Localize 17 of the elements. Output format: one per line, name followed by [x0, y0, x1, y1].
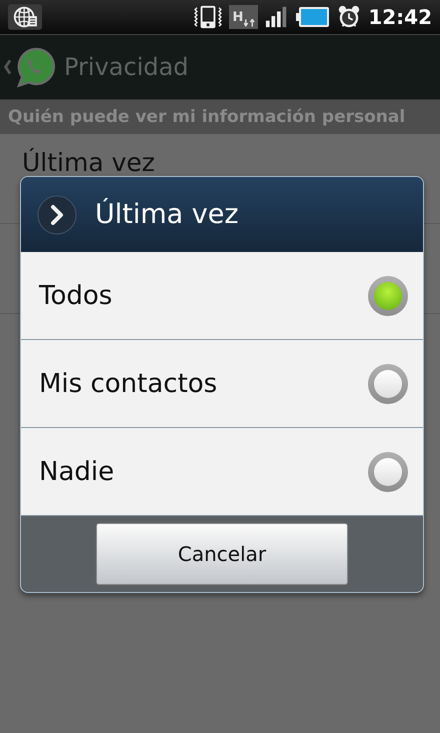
radio-button[interactable]	[368, 452, 408, 492]
option-row[interactable]: Nadie	[21, 428, 423, 516]
screen-title: Privacidad	[64, 53, 189, 81]
option-row[interactable]: Todos	[21, 252, 423, 340]
clock-time: 12:42	[368, 5, 432, 29]
section-title: Quién puede ver mi información personal	[8, 107, 406, 127]
dialog-title: Última vez	[95, 199, 239, 230]
alarm-clock-icon	[337, 5, 362, 29]
cancel-button[interactable]: Cancelar	[96, 523, 348, 585]
battery-icon	[296, 5, 330, 29]
chevron-right-icon	[37, 194, 77, 234]
vibrate-phone-icon	[194, 5, 222, 29]
radio-button[interactable]	[368, 364, 408, 404]
network-type-indicator: H	[229, 5, 258, 29]
option-row[interactable]: Mis contactos	[21, 340, 423, 428]
radio-button[interactable]	[368, 276, 408, 316]
globe-icon[interactable]	[8, 3, 42, 31]
